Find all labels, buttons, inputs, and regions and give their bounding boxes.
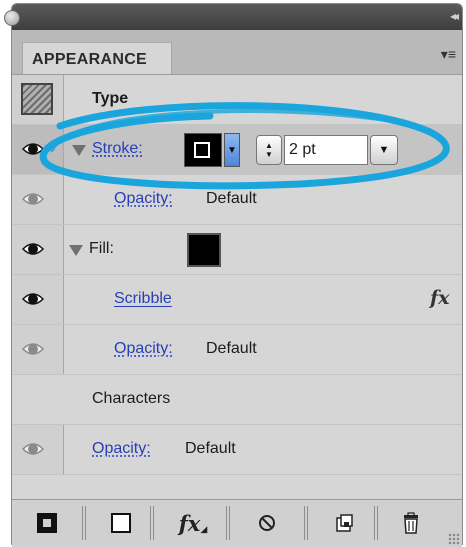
fill-color-swatch[interactable] [187,233,221,267]
stepper-down-icon[interactable]: ▼ [265,150,273,159]
trash-icon[interactable] [394,508,428,538]
resize-grip-icon[interactable] [448,533,460,545]
opacity-label[interactable]: Opacity: [114,190,173,208]
toolbar-separator [82,506,86,540]
row-type[interactable]: Type [12,75,462,125]
toolbar-separator [374,506,378,540]
row-gutter [12,125,64,174]
row-fill-opacity[interactable]: Opacity: Default [12,325,462,375]
visibility-eye-icon[interactable] [22,340,44,358]
stroke-label[interactable]: Stroke: [92,140,143,158]
stroke-color-swatch[interactable] [184,133,222,167]
opacity-label[interactable]: Opacity: [92,440,151,458]
fill-box-icon[interactable] [104,508,138,538]
tab-appearance-label: APPEARANCE [32,51,148,68]
appearance-panel: ◂◂ APPEARANCE ▾≡ Type Stroke: ▼ ▲ ▼ 2 pt… [4,3,463,547]
toolbar-separator [226,506,230,540]
toolbar-separator [150,506,154,540]
type-label: Type [92,90,129,107]
row-gutter [12,275,64,324]
collapse-icon[interactable]: ◂◂ [450,9,459,23]
characters-label: Characters [92,390,171,407]
stroke-weight-value: 2 pt [289,141,316,158]
chevron-down-icon: ▼ [227,144,237,156]
opacity-value: Default [206,190,257,207]
tab-row: APPEARANCE ▾≡ [12,30,462,75]
row-stroke-opacity[interactable]: Opacity: Default [12,175,462,225]
stroke-weight-dropdown[interactable]: ▼ [370,135,398,165]
opacity-label[interactable]: Opacity: [114,340,173,358]
fx-icon: fx [430,287,450,309]
stroke-weight-field[interactable]: 2 pt [284,135,368,165]
row-scribble[interactable]: Scribble fx [12,275,462,325]
row-characters[interactable]: Characters [12,375,462,425]
visibility-eye-icon[interactable] [22,190,44,208]
row-gutter [12,225,64,274]
stroke-color-dropdown[interactable]: ▼ [224,133,240,167]
scribble-effect-link[interactable]: Scribble [114,290,172,308]
stroke-weight-stepper[interactable]: ▲ ▼ [256,135,282,165]
row-gutter [12,325,64,374]
disclosure-triangle-icon[interactable] [72,145,86,156]
row-gutter [12,75,64,124]
corner-triangle-icon: ◢ [200,523,208,534]
bottom-toolbar: fx ◢ [12,499,462,547]
panel-menu-icon[interactable]: ▾≡ [441,46,456,63]
duplicate-icon[interactable] [328,508,362,538]
stepper-up-icon[interactable]: ▲ [265,141,273,150]
visibility-eye-icon[interactable] [22,140,44,158]
row-stroke[interactable]: Stroke: ▼ ▲ ▼ 2 pt ▼ [12,125,462,175]
fill-label[interactable]: Fill: [89,240,114,258]
panel-titlebar[interactable]: ◂◂ [4,4,462,30]
visibility-eye-icon[interactable] [22,440,44,458]
visibility-eye-icon[interactable] [22,290,44,308]
chevron-down-icon: ▼ [378,144,390,156]
opacity-value: Default [206,340,257,357]
toolbar-separator [304,506,308,540]
disclosure-triangle-icon[interactable] [69,245,83,256]
row-gutter [12,175,64,224]
fx-icon[interactable]: fx ◢ [170,508,216,538]
tab-appearance[interactable]: APPEARANCE [22,42,172,74]
fx-menu-label: fx [178,510,201,536]
row-fill[interactable]: Fill: [12,225,462,275]
opacity-value: Default [185,440,236,457]
stroke-box-icon[interactable] [30,508,64,538]
row-gutter [12,425,64,474]
close-icon[interactable] [4,10,20,26]
visibility-eye-icon[interactable] [22,240,44,258]
type-thumbnail-icon [21,83,53,115]
row-characters-opacity[interactable]: Opacity: Default [12,425,462,475]
clear-icon[interactable] [250,508,284,538]
